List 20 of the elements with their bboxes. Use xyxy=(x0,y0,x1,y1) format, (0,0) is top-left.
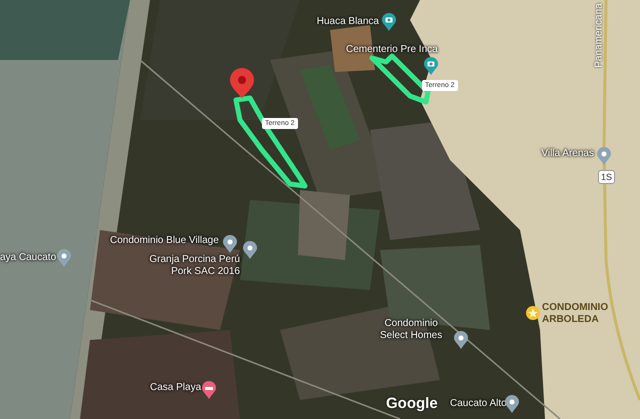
place-label[interactable]: Casa Playa xyxy=(150,382,202,394)
location-pin-icon[interactable] xyxy=(230,68,254,98)
camera-pin-icon[interactable] xyxy=(382,13,396,31)
location-pin-icon[interactable] xyxy=(454,331,468,349)
place-label[interactable]: Condominio Select Homes xyxy=(380,318,442,342)
place-label[interactable]: Huaca Blanca xyxy=(316,16,379,28)
camera-pin-icon[interactable] xyxy=(424,57,438,75)
place-label[interactable]: Caucato Alto xyxy=(450,398,507,410)
place-label[interactable]: Granja Porcina Perú Pork SAC 2016 xyxy=(149,254,240,278)
star-marker-icon[interactable] xyxy=(526,304,540,322)
place-label[interactable]: aya Caucato xyxy=(0,252,56,264)
road-name: Panamericana xyxy=(592,2,606,70)
location-pin-icon[interactable] xyxy=(243,241,257,259)
location-pin-icon[interactable] xyxy=(505,395,519,413)
place-label[interactable]: CONDOMINIO ARBOLEDA xyxy=(542,302,608,326)
place-label[interactable]: Condominio Blue Village xyxy=(110,235,219,247)
google-logo: Google xyxy=(386,394,438,414)
bed-pin-icon[interactable] xyxy=(202,381,216,399)
location-pin-icon[interactable] xyxy=(223,235,237,253)
road-shield: 1S xyxy=(598,170,616,184)
